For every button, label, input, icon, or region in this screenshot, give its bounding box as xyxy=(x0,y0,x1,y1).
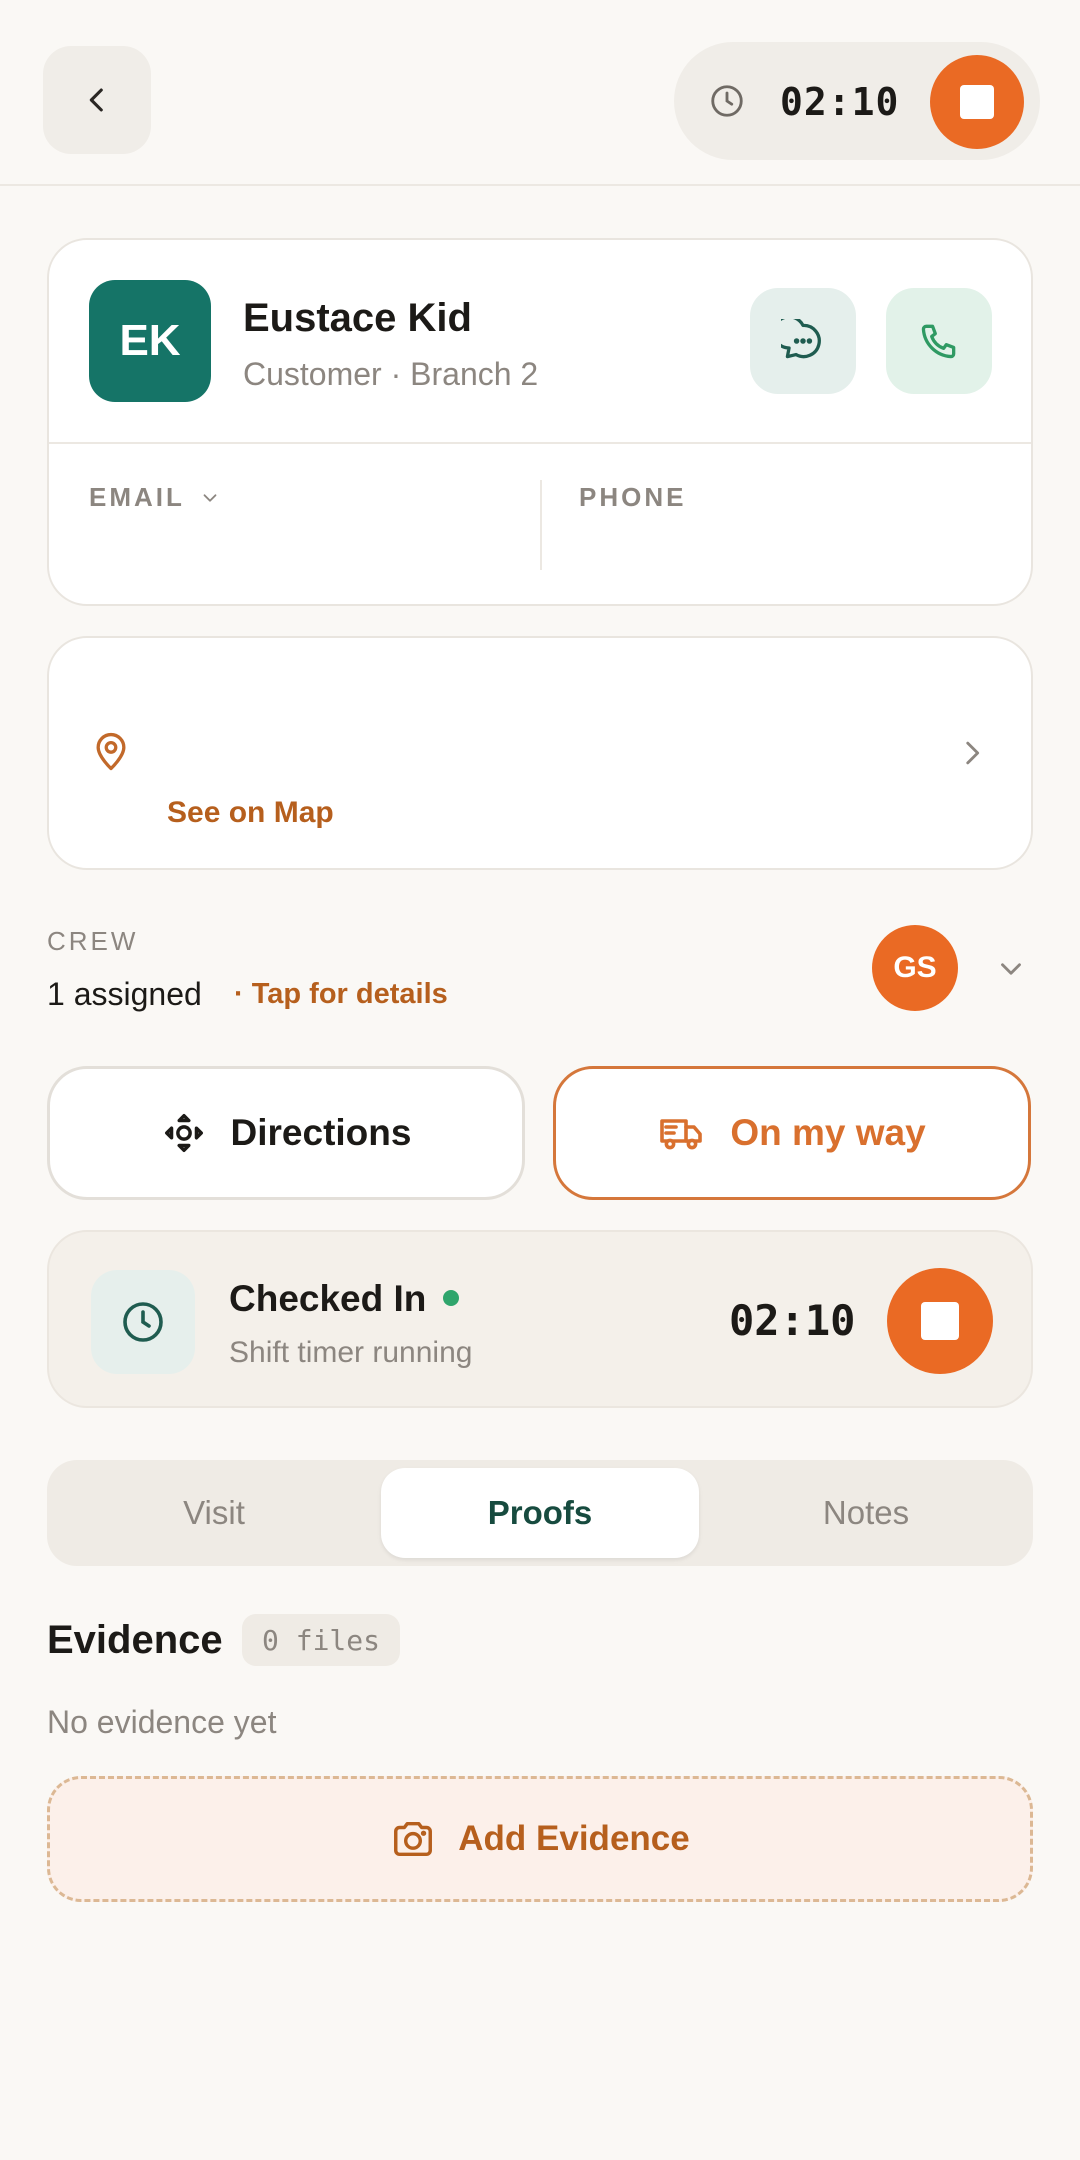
checkin-stop-button[interactable] xyxy=(887,1268,993,1374)
tab-proofs[interactable]: Proofs xyxy=(381,1468,699,1558)
evidence-title: Evidence xyxy=(47,1618,223,1662)
checkin-subtitle: Shift timer running xyxy=(229,1336,473,1369)
see-on-map-link[interactable]: See on Map xyxy=(167,796,334,830)
clock-icon xyxy=(123,1302,163,1342)
evidence-count-badge: 0 files xyxy=(242,1614,401,1666)
chevron-right-icon xyxy=(966,741,980,765)
map-pin-icon xyxy=(96,732,126,771)
checkin-clock-badge xyxy=(91,1270,195,1374)
email-field[interactable]: EMAIL xyxy=(89,482,221,513)
field-divider xyxy=(540,480,542,570)
crew-count: 1 assigned xyxy=(47,976,202,1012)
crew-details-link[interactable]: · Tap for details xyxy=(234,978,448,1011)
email-label: EMAIL xyxy=(89,482,185,512)
chevron-down-icon[interactable] xyxy=(994,952,1028,986)
on-my-way-button[interactable]: On my way xyxy=(553,1066,1031,1200)
header-timer-value: 02:10 xyxy=(780,80,900,124)
top-bar: 02:10 xyxy=(0,0,1080,186)
directions-button[interactable]: Directions xyxy=(47,1066,525,1200)
checkin-card: Checked In Shift timer running 02:10 xyxy=(47,1230,1033,1408)
add-evidence-label: Add Evidence xyxy=(458,1819,690,1858)
truck-icon xyxy=(660,1119,703,1150)
contact-card: EK Eustace Kid Customer · Branch 2 EMAIL… xyxy=(47,238,1033,606)
call-button[interactable] xyxy=(886,288,992,394)
tab-notes[interactable]: Notes xyxy=(707,1468,1025,1558)
customer-subtitle: Customer · Branch 2 xyxy=(243,356,539,392)
chevron-left-icon xyxy=(89,88,103,112)
clock-icon xyxy=(711,85,743,117)
stop-icon xyxy=(921,1302,959,1340)
back-button[interactable] xyxy=(43,46,151,154)
phone-label: PHONE xyxy=(579,482,687,512)
segment-tabs: Visit Proofs Notes xyxy=(47,1460,1033,1566)
crew-label: CREW xyxy=(47,926,139,956)
customer-name: Eustace Kid xyxy=(243,296,472,340)
card-divider xyxy=(49,442,1031,444)
phone-icon xyxy=(921,324,956,359)
status-dot xyxy=(443,1290,459,1306)
evidence-empty-text: No evidence yet xyxy=(47,1704,277,1740)
add-evidence-button[interactable]: Add Evidence xyxy=(47,1776,1033,1902)
header-stop-button[interactable] xyxy=(930,55,1024,149)
tab-visit[interactable]: Visit xyxy=(55,1468,373,1558)
customer-avatar: EK xyxy=(89,280,211,402)
stop-icon xyxy=(960,85,994,119)
directions-label: Directions xyxy=(230,1112,412,1153)
crew-avatar[interactable]: GS xyxy=(872,925,958,1011)
checkin-title: Checked In xyxy=(229,1278,427,1319)
message-icon xyxy=(781,319,821,359)
chevron-down-icon xyxy=(203,493,217,502)
address-card[interactable]: See on Map xyxy=(47,636,1033,870)
directions-icon xyxy=(164,1114,203,1152)
checkin-timer-value: 02:10 xyxy=(729,1296,856,1345)
header-timer-pill: 02:10 xyxy=(674,42,1040,160)
camera-icon xyxy=(394,1821,433,1857)
phone-field[interactable]: PHONE xyxy=(579,482,686,513)
on-my-way-label: On my way xyxy=(730,1112,926,1153)
message-button[interactable] xyxy=(750,288,856,394)
